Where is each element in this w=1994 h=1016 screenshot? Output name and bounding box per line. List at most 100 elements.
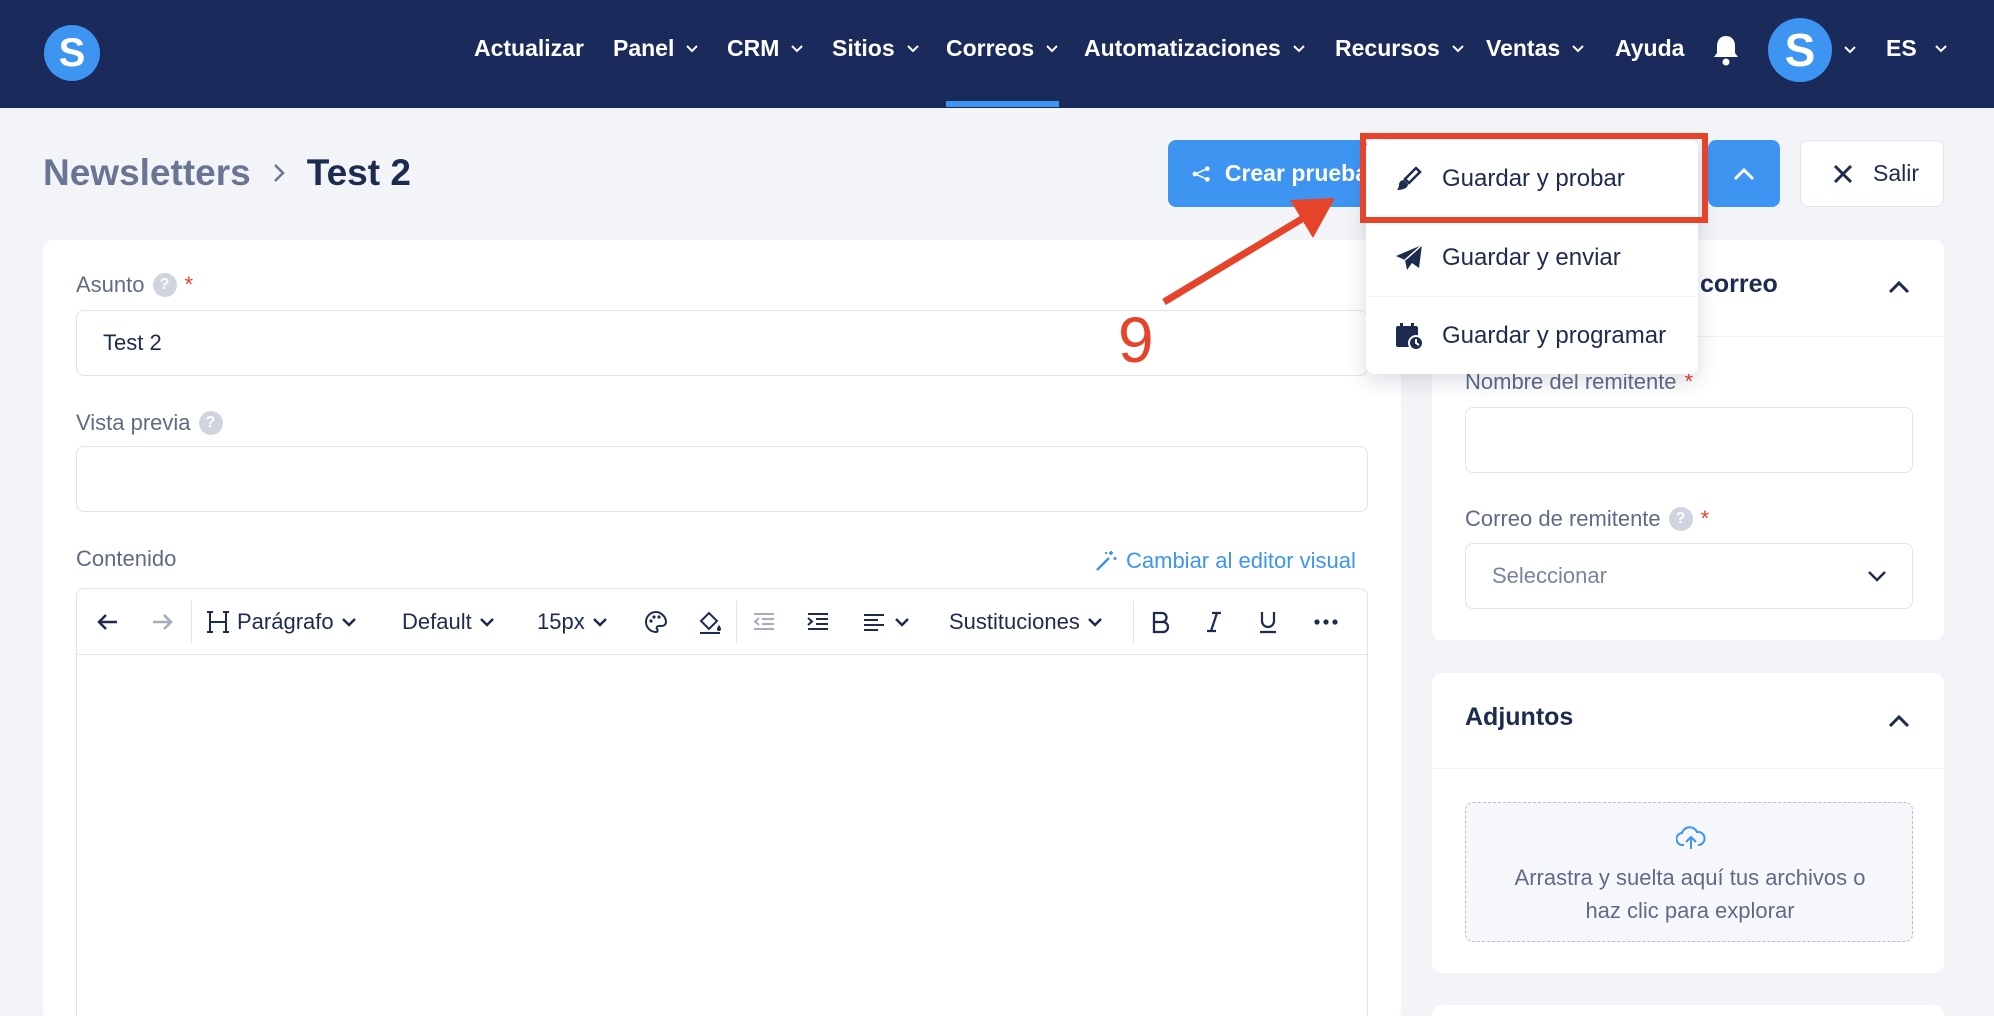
sender-email-select[interactable]: Seleccionar: [1465, 543, 1913, 609]
calendar-clock-icon: [1396, 322, 1424, 351]
chevron-up-icon[interactable]: [1886, 278, 1912, 296]
bold-icon: [1152, 611, 1170, 634]
indent-icon: [807, 613, 828, 630]
sender-email-label-row: Correo de remitente ? *: [1465, 506, 1709, 532]
chevron-down-icon: [1293, 45, 1305, 53]
breadcrumb-parent[interactable]: Newsletters: [43, 152, 251, 194]
chevron-down-icon: [1572, 45, 1584, 53]
menu-item-save-and-send[interactable]: Guardar y enviar: [1366, 218, 1698, 296]
heading-icon: [207, 611, 229, 633]
chevron-up-icon[interactable]: [1886, 712, 1912, 730]
content-editor[interactable]: Parágrafo Default 15px Sustituciones: [76, 588, 1368, 1016]
redo-button[interactable]: [149, 605, 175, 639]
text-color-button[interactable]: [643, 605, 669, 639]
font-size-dropdown[interactable]: 15px: [537, 605, 609, 639]
indent-button[interactable]: [805, 605, 831, 639]
sender-email-label: Correo de remitente: [1465, 506, 1661, 531]
palette-icon: [645, 610, 668, 634]
annotation-highlight-box: [1360, 133, 1708, 223]
attachments-title: Adjuntos: [1465, 703, 1574, 731]
breadcrumb: Newsletters Test 2: [43, 150, 411, 196]
nav-item-recursos[interactable]: Recursos: [1335, 30, 1466, 66]
language-selector[interactable]: ES: [1886, 30, 1949, 66]
nav-item-correos[interactable]: Correos: [946, 30, 1060, 66]
nav-label: Automatizaciones: [1084, 34, 1281, 61]
toolbar-separator: [736, 601, 737, 643]
help-icon[interactable]: ?: [1668, 507, 1693, 531]
chevron-up-icon: [1733, 167, 1755, 180]
undo-button[interactable]: [95, 605, 121, 639]
dropzone-text: Arrastra y suelta aquí tus archivos o ha…: [1486, 861, 1894, 927]
toolbar-separator: [191, 601, 192, 643]
nav-item-panel[interactable]: Panel: [613, 30, 700, 66]
active-nav-indicator: [946, 101, 1059, 107]
sender-email-placeholder: Seleccionar: [1492, 563, 1607, 588]
nav-label: Actualizar: [474, 34, 584, 61]
share-nodes-icon: [1192, 165, 1210, 182]
outdent-icon: [753, 613, 774, 630]
preview-label: Vista previa: [76, 410, 191, 435]
dropzone-line-1: Arrastra y suelta aquí tus archivos o: [1514, 865, 1866, 890]
nav-item-automatizaciones[interactable]: Automatizaciones: [1084, 30, 1307, 66]
chevron-down-icon: [479, 618, 494, 627]
sender-name-input[interactable]: [1465, 407, 1913, 473]
outdent-button[interactable]: [751, 605, 777, 639]
arrow-right-icon: [153, 614, 173, 630]
chevron-down-icon: [1452, 45, 1464, 53]
nav-label: Ayuda: [1615, 34, 1685, 61]
nav-item-ventas[interactable]: Ventas: [1486, 30, 1586, 66]
app-logo[interactable]: S: [44, 25, 100, 81]
chevron-down-icon: [791, 45, 804, 53]
text-align-dropdown[interactable]: [861, 605, 911, 639]
paragraph-style-value: Parágrafo: [237, 609, 334, 634]
substitutions-dropdown[interactable]: Sustituciones: [949, 605, 1104, 639]
subject-label-row: Asunto ? *: [76, 272, 193, 298]
avatar-letter: S: [1784, 24, 1816, 76]
chevron-down-icon: [686, 45, 699, 53]
required-marker: *: [1700, 506, 1710, 531]
save-menu-toggle[interactable]: [1708, 140, 1780, 207]
nav-label: CRM: [727, 34, 780, 61]
switch-visual-editor-link[interactable]: Cambiar al editor visual: [1094, 548, 1356, 574]
chevron-down-icon: [895, 618, 909, 627]
annotation-arrow: [1162, 198, 1335, 305]
nav-label: Recursos: [1335, 34, 1440, 61]
chevron-down-icon[interactable]: [1842, 41, 1858, 57]
content-label: Contenido: [76, 546, 177, 571]
create-test-label: Crear prueba: [1224, 160, 1368, 186]
toolbar-separator: [1133, 601, 1134, 643]
bold-button[interactable]: [1147, 605, 1173, 639]
exit-label: Salir: [1873, 160, 1920, 186]
switch-visual-editor-label: Cambiar al editor visual: [1126, 548, 1356, 573]
nav-label: Correos: [946, 34, 1035, 61]
menu-item-save-and-schedule[interactable]: Guardar y programar: [1366, 296, 1698, 374]
font-family-dropdown[interactable]: Default: [402, 605, 496, 639]
underline-button[interactable]: [1255, 605, 1281, 639]
sender-card-title: correo: [1700, 270, 1778, 298]
nav-label: Ventas: [1486, 34, 1561, 61]
nav-label: Sitios: [832, 34, 895, 61]
nav-item-sitios[interactable]: Sitios: [832, 30, 921, 66]
dropzone-line-2: haz clic para explorar: [1585, 898, 1795, 923]
more-options-button[interactable]: [1313, 605, 1339, 639]
file-dropzone[interactable]: Arrastra y suelta aquí tus archivos o ha…: [1465, 802, 1913, 942]
italic-button[interactable]: [1201, 605, 1227, 639]
help-icon[interactable]: ?: [198, 411, 223, 435]
arrow-left-icon: [97, 614, 117, 630]
paragraph-style-dropdown[interactable]: Parágrafo: [205, 605, 358, 639]
italic-icon: [1207, 611, 1221, 633]
underline-icon: [1260, 612, 1276, 634]
exit-button[interactable]: Salir: [1800, 140, 1944, 207]
bell-icon[interactable]: [1710, 33, 1742, 67]
nav-item-crm[interactable]: CRM: [727, 30, 805, 66]
background-color-button[interactable]: [697, 605, 723, 639]
required-marker: *: [184, 272, 194, 297]
preview-input[interactable]: [76, 446, 1368, 512]
help-icon[interactable]: ?: [152, 273, 177, 297]
annotation-step-number: 9: [1118, 304, 1154, 376]
nav-item-ayuda[interactable]: Ayuda: [1615, 30, 1684, 66]
paper-plane-icon: [1396, 243, 1423, 270]
nav-item-actualizar[interactable]: Actualizar: [474, 30, 584, 66]
user-avatar[interactable]: S: [1768, 18, 1832, 82]
align-left-icon: [864, 614, 884, 631]
